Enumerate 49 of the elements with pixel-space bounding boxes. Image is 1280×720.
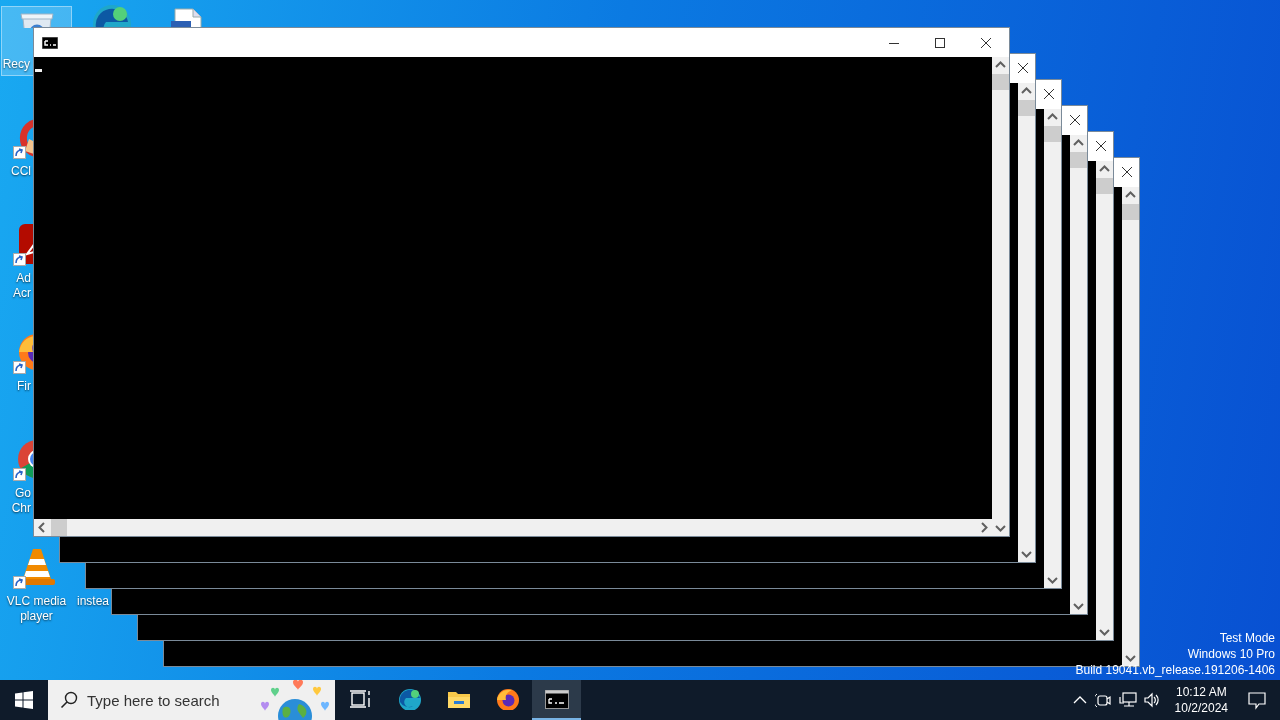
scrollbar-thumb[interactable]	[1122, 204, 1139, 220]
clock-button[interactable]: 10:12 AM 10/2/2024	[1168, 680, 1234, 720]
speech-bubble-icon	[1247, 690, 1267, 710]
vertical-scrollbar[interactable]	[992, 57, 1009, 536]
firefox-icon	[495, 688, 520, 710]
scrollbar-thumb[interactable]	[51, 519, 67, 536]
system-watermark-text: Test Mode	[1219, 630, 1275, 646]
icon-label: Recy	[2, 57, 30, 72]
vertical-scrollbar[interactable]	[1096, 161, 1113, 640]
icon-label: Chr	[11, 501, 31, 516]
icon-label: instea	[76, 594, 109, 609]
taskbar-app-button[interactable]	[532, 680, 581, 720]
scrollbar-thumb[interactable]	[992, 74, 1009, 90]
icon-label: player	[20, 609, 53, 624]
scrollbar-thumb[interactable]	[1044, 126, 1061, 142]
windows-logo-icon	[15, 691, 33, 709]
speaker-icon[interactable]	[1142, 691, 1161, 709]
vertical-scrollbar[interactable]	[1018, 83, 1035, 562]
horizontal-scrollbar[interactable]	[34, 519, 992, 536]
clock-date: 10/2/2024	[1174, 700, 1228, 716]
system-watermark-text: Windows 10 Pro	[1187, 646, 1275, 662]
scrollbar-thumb[interactable]	[1018, 100, 1035, 116]
scrollbar-thumb[interactable]	[1096, 178, 1113, 194]
scrollbar-thumb[interactable]	[1070, 152, 1087, 168]
icon-label: VLC media	[6, 594, 67, 609]
vertical-scrollbar[interactable]	[1044, 109, 1061, 588]
icon-label: Acr	[13, 286, 31, 301]
icon-label: CCl	[11, 164, 31, 179]
close-icon	[1121, 166, 1132, 177]
search-icon	[60, 691, 78, 709]
close-icon	[981, 37, 991, 48]
close-icon	[1043, 88, 1054, 99]
icon-label: Go	[15, 486, 31, 501]
network-icon[interactable]	[1118, 691, 1137, 709]
maximize-icon	[935, 37, 945, 48]
task-view-icon	[348, 688, 373, 710]
vertical-scrollbar[interactable]	[1122, 187, 1139, 666]
close-icon	[1069, 114, 1080, 125]
vertical-scrollbar[interactable]	[1070, 135, 1087, 614]
icon-label: Fir	[17, 379, 31, 394]
terminal-icon	[544, 688, 569, 710]
edge-icon	[397, 688, 422, 710]
camera-icon[interactable]	[1094, 691, 1113, 709]
icon-label: Ad	[16, 271, 31, 286]
close-icon	[1017, 62, 1028, 73]
search-field[interactable]: Type here to search	[48, 680, 335, 720]
clock-time: 10:12 AM	[1175, 684, 1227, 700]
close-icon	[1095, 140, 1106, 151]
system-watermark-text: Build 19041.vb_release.191206-1406	[1075, 662, 1275, 678]
